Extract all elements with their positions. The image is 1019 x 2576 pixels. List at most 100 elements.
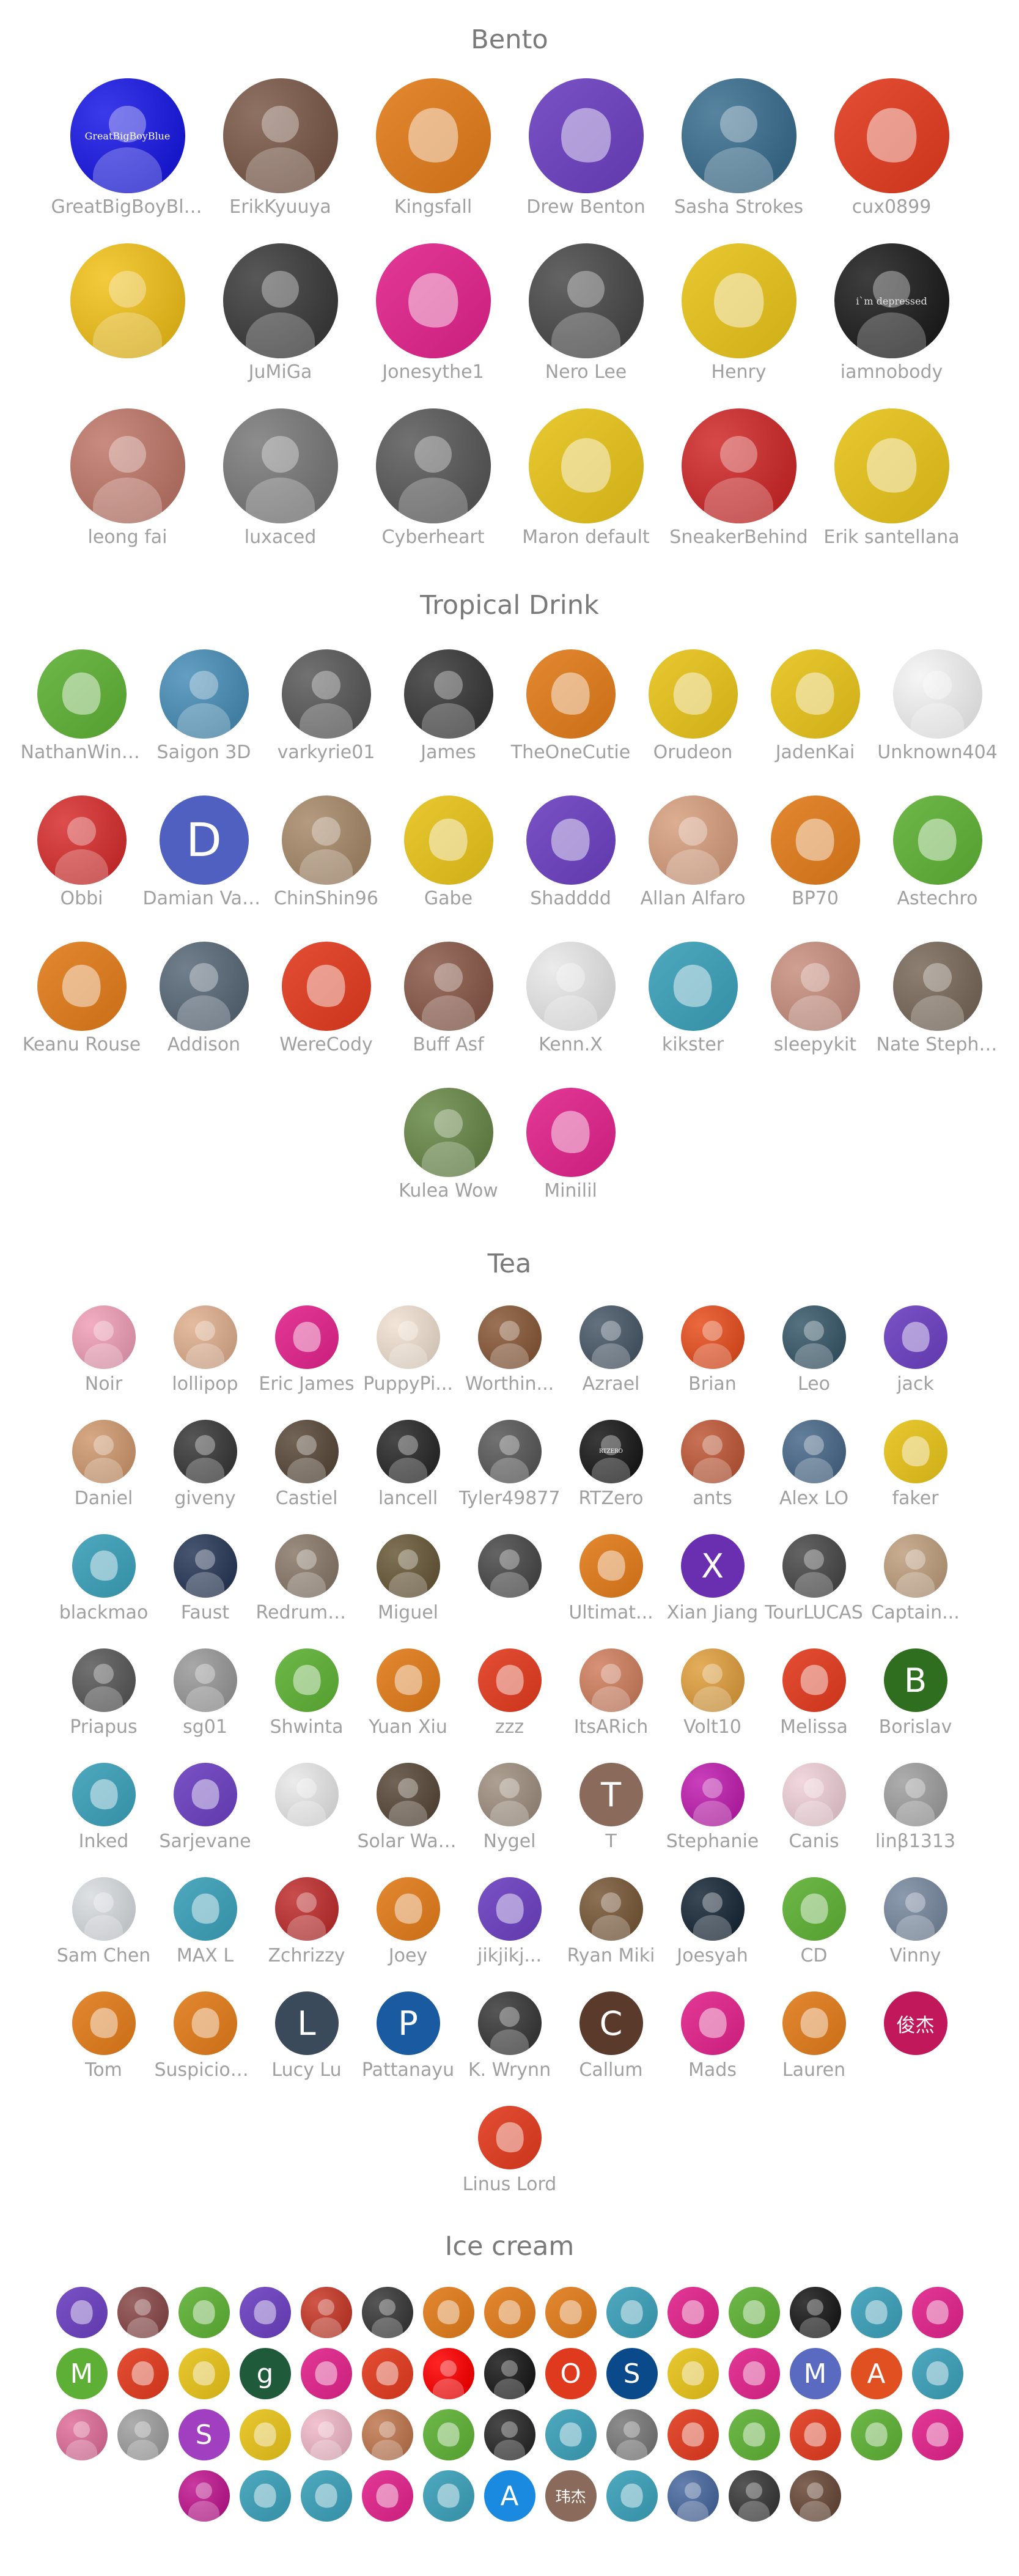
avatar-initial[interactable]: D [159, 795, 249, 885]
member-item[interactable]: Zchrizzy [256, 1877, 358, 1968]
member-item[interactable]: sleepykit [754, 942, 877, 1057]
avatar-initial[interactable]: g [239, 2348, 291, 2399]
member-item[interactable] [663, 2348, 724, 2399]
member-item[interactable] [235, 2409, 296, 2460]
avatar-default[interactable] [422, 2470, 474, 2522]
member-item[interactable]: L Lucy Lu [256, 1991, 358, 2082]
member-item[interactable]: Yuan Xiu [358, 1648, 459, 1739]
member-item[interactable] [357, 2287, 418, 2338]
avatar-photo[interactable] [223, 78, 338, 193]
avatar-photo[interactable] [274, 1763, 339, 1826]
member-item[interactable] [296, 2470, 357, 2522]
member-item[interactable]: Kenn.X [510, 942, 632, 1057]
member-item[interactable]: GreatBigBoyBlue GreatBigBoyBlue [51, 78, 204, 219]
avatar-default[interactable] [375, 243, 491, 358]
member-item[interactable]: X Xian Jiang [662, 1534, 763, 1625]
avatar-default[interactable] [648, 649, 738, 739]
member-item[interactable] [479, 2409, 540, 2460]
avatar-photo[interactable] [72, 1305, 136, 1369]
member-item[interactable]: M [51, 2348, 112, 2399]
avatar-photo[interactable] [117, 2409, 169, 2460]
avatar-default[interactable] [526, 1088, 616, 1177]
member-item[interactable] [235, 2470, 296, 2522]
avatar-default[interactable] [477, 1877, 542, 1941]
avatar-photo[interactable] [892, 649, 982, 739]
avatar-photo[interactable] [274, 1420, 339, 1483]
avatar-photo[interactable] [72, 1648, 136, 1712]
member-item[interactable]: Castiel [256, 1420, 358, 1510]
member-item[interactable]: Nygel [459, 1763, 561, 1853]
member-item[interactable]: Cyberheart [357, 408, 510, 549]
avatar-photo[interactable] [782, 1420, 846, 1483]
avatar-default[interactable] [403, 795, 493, 885]
avatar-initial[interactable]: A [850, 2348, 902, 2399]
member-item[interactable] [724, 2409, 785, 2460]
member-item[interactable]: WereCody [265, 942, 388, 1057]
avatar-initial[interactable]: P [376, 1991, 440, 2055]
member-item[interactable]: faker [865, 1420, 966, 1510]
member-item[interactable] [112, 2348, 174, 2399]
member-item[interactable]: Azrael [561, 1305, 662, 1396]
member-item[interactable]: Buff Asf [388, 942, 510, 1057]
member-item[interactable]: Saigon 3D [143, 649, 265, 764]
avatar-photo[interactable] [667, 2470, 719, 2522]
member-item[interactable]: Sasha Strokes [663, 78, 815, 219]
avatar-photo[interactable]: i`m depressed [834, 243, 949, 358]
member-item[interactable]: Keanu Rouse [21, 942, 143, 1057]
member-item[interactable]: ItsARich [561, 1648, 662, 1739]
member-item[interactable]: Volt10 [662, 1648, 763, 1739]
member-item[interactable] [418, 2409, 479, 2460]
avatar-default[interactable] [770, 649, 860, 739]
avatar-initial[interactable]: 俊杰 [883, 1991, 947, 2055]
avatar-default[interactable] [239, 2287, 291, 2338]
member-item[interactable] [846, 2287, 907, 2338]
member-item[interactable]: giveny [155, 1420, 256, 1510]
avatar-photo[interactable] [274, 1534, 339, 1598]
avatar-default[interactable] [770, 795, 860, 885]
avatar-photo[interactable] [159, 649, 249, 739]
avatar-photo[interactable] [376, 1420, 440, 1483]
avatar-initial[interactable]: T [579, 1763, 643, 1826]
avatar-default[interactable] [274, 1305, 339, 1369]
member-item[interactable]: Miguel [358, 1534, 459, 1625]
member-item[interactable]: Melissa [763, 1648, 865, 1739]
avatar-photo[interactable] [484, 2348, 535, 2399]
member-item[interactable]: blackmao [53, 1534, 155, 1625]
avatar-default[interactable] [484, 2287, 535, 2338]
avatar-default[interactable] [528, 78, 644, 193]
member-item[interactable]: Henry [663, 243, 815, 384]
avatar-photo[interactable] [274, 1877, 339, 1941]
member-item[interactable]: Maron default [510, 408, 663, 549]
member-item[interactable] [296, 2348, 357, 2399]
member-item[interactable]: O [540, 2348, 601, 2399]
member-item[interactable]: SneakerBehind [663, 408, 815, 549]
avatar-default[interactable] [648, 942, 738, 1031]
member-item[interactable] [235, 2287, 296, 2338]
avatar-photo[interactable] [681, 408, 796, 523]
member-item[interactable] [174, 2287, 235, 2338]
member-item[interactable]: Priapus [53, 1648, 155, 1739]
avatar-photo[interactable] [883, 1877, 947, 1941]
member-item[interactable]: ErikKyuuya [204, 78, 357, 219]
member-item[interactable]: Nate Stephenson [877, 942, 999, 1057]
avatar-photo[interactable] [281, 795, 371, 885]
avatar-photo[interactable] [883, 1534, 947, 1598]
member-item[interactable]: P Pattanayu [358, 1991, 459, 2082]
member-item[interactable] [601, 2470, 663, 2522]
avatar-default[interactable] [72, 1763, 136, 1826]
avatar-photo[interactable] [484, 2409, 535, 2460]
avatar-photo[interactable] [173, 1534, 237, 1598]
member-item[interactable]: Alex LO [763, 1420, 865, 1510]
member-item[interactable]: Solar Wang [358, 1763, 459, 1853]
member-item[interactable]: B Borislav [865, 1648, 966, 1739]
avatar-photo[interactable] [223, 243, 338, 358]
member-item[interactable]: Stephanie [662, 1763, 763, 1853]
member-item[interactable]: Shwinta [256, 1648, 358, 1739]
avatar-photo[interactable] [770, 942, 860, 1031]
member-item[interactable] [724, 2348, 785, 2399]
member-item[interactable]: Jonesythe1 [357, 243, 510, 384]
member-item[interactable] [601, 2409, 663, 2460]
avatar-photo[interactable]: RTZERO [579, 1420, 643, 1483]
member-item[interactable] [459, 1534, 561, 1601]
avatar-photo[interactable] [173, 1648, 237, 1712]
